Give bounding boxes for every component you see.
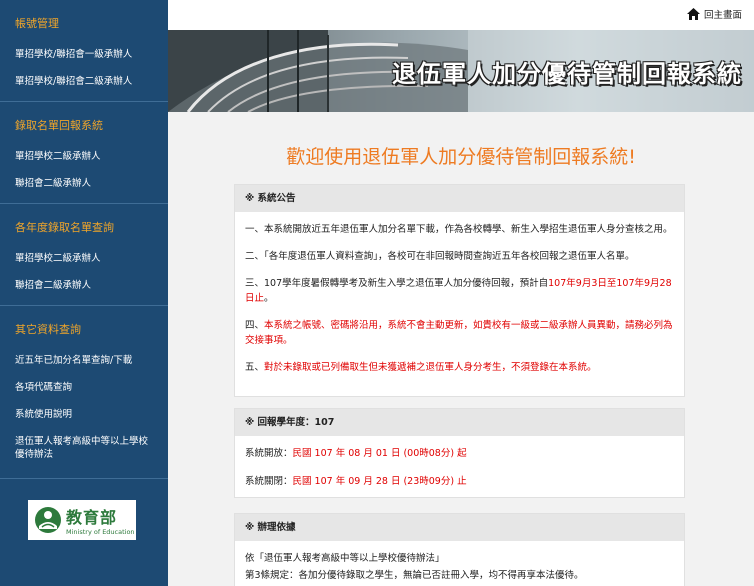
sidebar-section-title: 各年度錄取名單查詢 bbox=[15, 221, 114, 234]
page: 帳號管理 單招學校/聯招會一級承辦人 單招學校/聯招會二級承辦人 錄取名單回報系… bbox=[0, 0, 754, 586]
sidebar-section-title: 帳號管理 bbox=[15, 17, 59, 30]
sidebar-section-query: 各年度錄取名單查詢 單招學校二級承辦人 聯招會二級承辦人 bbox=[0, 204, 168, 306]
system-close-time: 系統關閉：民國 107 年 09 月 28 日 (23時09分) 止 bbox=[245, 476, 467, 487]
sidebar-section-report: 錄取名單回報系統 單招學校二級承辦人 聯招會二級承辦人 bbox=[0, 102, 168, 204]
sidebar-item-query-school-level2[interactable]: 單招學校二級承辦人 bbox=[0, 245, 168, 272]
announcement-item: 四、本系統之帳號、密碼將沿用，系統不會主動更新，如貴校有一級或二級承辦人員異動，… bbox=[245, 320, 673, 346]
sidebar-item-regulation[interactable]: 退伍軍人報考高級中等以上學校優待辦法 bbox=[0, 428, 150, 468]
legal-basis-line: 第3條規定：各加分優待錄取之學生，無論已否註冊入學，均不得再享本法優待。 bbox=[245, 570, 584, 581]
sidebar-item-school-level2[interactable]: 單招學校二級承辦人 bbox=[0, 143, 168, 170]
sidebar-item-union-level2[interactable]: 聯招會二級承辦人 bbox=[0, 170, 168, 197]
sidebar-item-download-list[interactable]: 近五年已加分名單查詢/下載 bbox=[0, 347, 168, 374]
top-bar: 回主畫面 bbox=[168, 0, 754, 30]
welcome-heading: 歡迎使用退伍軍人加分優待管制回報系統! bbox=[286, 146, 636, 168]
legal-basis-title: ※ 辦理依據 bbox=[235, 514, 684, 541]
moe-emblem-icon bbox=[35, 507, 61, 533]
banner: 退伍軍人加分優待管制回報系統 bbox=[168, 30, 754, 112]
moe-logo[interactable]: 教育部 Ministry of Education bbox=[28, 500, 136, 540]
announcement-title: ※ 系統公告 bbox=[235, 185, 684, 212]
home-icon bbox=[686, 8, 700, 20]
sidebar-section-other: 其它資料查詢 近五年已加分名單查詢/下載 各項代碼查詢 系統使用說明 退伍軍人報… bbox=[0, 306, 168, 479]
legal-basis-line: 依「退伍軍人報考高級中等以上學校優待辦法」 bbox=[245, 553, 445, 564]
system-open-time: 系統開放：民國 107 年 08 月 01 日 (00時08分) 起 bbox=[245, 448, 467, 459]
banner-title: 退伍軍人加分優待管制回報系統 bbox=[392, 60, 742, 88]
academic-year-panel: ※ 回報學年度：107 系統開放：民國 107 年 08 月 01 日 (00時… bbox=[234, 408, 685, 498]
sidebar: 帳號管理 單招學校/聯招會一級承辦人 單招學校/聯招會二級承辦人 錄取名單回報系… bbox=[0, 0, 168, 586]
announcement-item: 五、對於未錄取或已列備取生但未獲遞補之退伍軍人身分考生，不須登錄在本系統。 bbox=[245, 362, 597, 373]
home-button[interactable]: 回主畫面 bbox=[686, 7, 742, 21]
logo-chinese: 教育部 bbox=[66, 508, 118, 527]
sidebar-section-account: 帳號管理 單招學校/聯招會一級承辦人 單招學校/聯招會二級承辦人 bbox=[0, 0, 168, 102]
announcement-item: 二、「各年度退伍軍人資料查詢」，各校可在非回報時間查詢近五年各校回報之退伍軍人名… bbox=[245, 251, 635, 262]
sidebar-item-manual[interactable]: 系統使用說明 bbox=[0, 401, 168, 428]
announcement-panel: ※ 系統公告 一、本系統開放近五年退伍軍人加分名單下載，作為各校轉學、新生入學招… bbox=[234, 184, 685, 397]
announcement-item: 一、本系統開放近五年退伍軍人加分名單下載，作為各校轉學、新生入學招生退伍軍人身分… bbox=[245, 224, 673, 235]
sidebar-item-level1-admin[interactable]: 單招學校/聯招會一級承辦人 bbox=[0, 41, 168, 68]
sidebar-item-level2-admin[interactable]: 單招學校/聯招會二級承辦人 bbox=[0, 68, 168, 95]
sidebar-section-title: 其它資料查詢 bbox=[15, 323, 81, 336]
legal-basis-panel: ※ 辦理依據 依「退伍軍人報考高級中等以上學校優待辦法」 第3條規定：各加分優待… bbox=[234, 513, 685, 586]
sidebar-section-title: 錄取名單回報系統 bbox=[15, 119, 103, 132]
home-label: 回主畫面 bbox=[703, 10, 742, 21]
logo-english: Ministry of Education bbox=[66, 528, 135, 536]
academic-year-title: ※ 回報學年度：107 bbox=[235, 409, 684, 436]
sidebar-item-code-query[interactable]: 各項代碼查詢 bbox=[0, 374, 168, 401]
announcement-item: 三、107學年度暑假轉學考及新生入學之退伍軍人加分優待回報，預計自107年9月3… bbox=[245, 278, 672, 304]
sidebar-item-query-union-level2[interactable]: 聯招會二級承辦人 bbox=[0, 272, 168, 299]
